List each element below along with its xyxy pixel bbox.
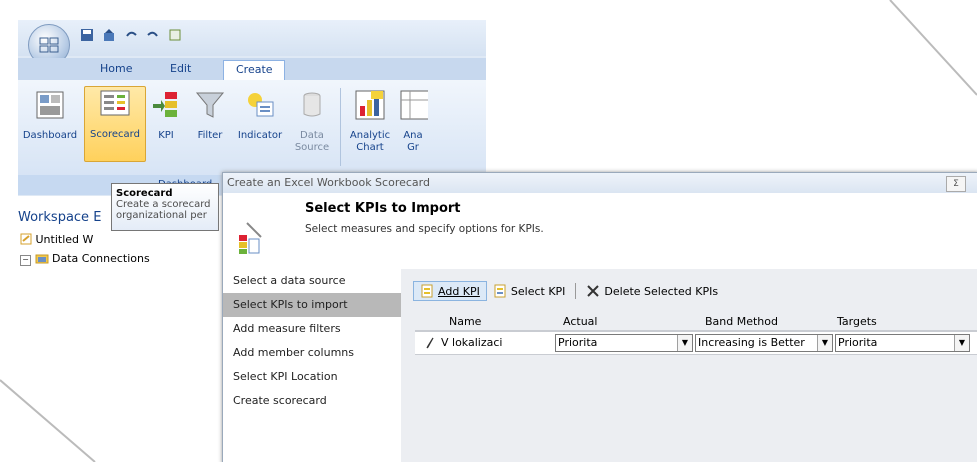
torn-edge-decoration: [0, 0, 977, 462]
screenshot-frame: Home Edit Create Dashboard Scorecard KPI…: [0, 0, 977, 462]
